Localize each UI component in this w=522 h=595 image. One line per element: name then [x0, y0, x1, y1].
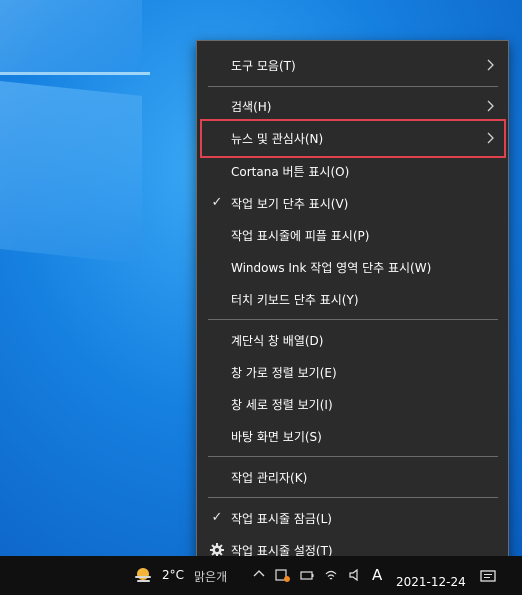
clock-date[interactable]: 2021-12-24 [396, 575, 466, 589]
sun-fog-icon[interactable] [132, 565, 154, 585]
action-center-icon[interactable] [480, 569, 498, 585]
taskbar-context-menu: 도구 모음(T) 검색(H) 뉴스 및 관심사(N) Cortana 버튼 표시… [196, 40, 509, 567]
menu-separator [208, 319, 498, 320]
menu-item-label: Cortana 버튼 표시(O) [231, 164, 350, 179]
weather-temperature[interactable]: 2°C [162, 568, 184, 582]
menu-item-show-task-view[interactable]: ✓ 작업 보기 단추 표시(V) [203, 187, 503, 219]
chevron-right-icon [487, 59, 494, 71]
menu-item-search[interactable]: 검색(H) [203, 90, 503, 122]
menu-separator [208, 456, 498, 457]
wallpaper-light-line [0, 72, 150, 75]
menu-item-label: 작업 관리자(K) [231, 470, 308, 485]
menu-item-label: 작업 표시줄 잠금(L) [231, 511, 332, 526]
menu-item-lock-taskbar[interactable]: ✓ 작업 표시줄 잠금(L) [203, 502, 503, 534]
menu-item-label: 작업 표시줄에 피플 표시(P) [231, 228, 370, 243]
menu-item-label: 작업 보기 단추 표시(V) [231, 196, 349, 211]
menu-separator [208, 86, 498, 87]
battery-icon[interactable] [300, 568, 314, 582]
highlight-box [200, 119, 506, 158]
menu-item-label: 바탕 화면 보기(S) [231, 429, 322, 444]
check-icon: ✓ [211, 510, 223, 525]
menu-item-show-windows-side-by-side[interactable]: 창 세로 정렬 보기(I) [203, 388, 503, 420]
menu-item-label: 검색(H) [231, 99, 272, 114]
menu-separator [208, 497, 498, 498]
wallpaper-window-pane-bottom [0, 80, 142, 264]
menu-item-label: 계단식 창 배열(D) [231, 333, 324, 348]
menu-item-task-manager[interactable]: 작업 관리자(K) [203, 461, 503, 493]
notification-dot-icon [284, 576, 290, 582]
wifi-icon[interactable] [324, 568, 338, 582]
speaker-icon[interactable] [348, 568, 362, 582]
taskbar[interactable]: 2°C 맑은개 A 2021-12-24 [0, 556, 522, 595]
menu-item-label: 터치 키보드 단추 표시(Y) [231, 292, 359, 307]
weather-condition[interactable]: 맑은개 [194, 568, 227, 585]
chevron-up-icon[interactable] [252, 567, 266, 581]
menu-item-show-touch-keyboard[interactable]: 터치 키보드 단추 표시(Y) [203, 283, 503, 315]
menu-item-label: Windows Ink 작업 영역 단추 표시(W) [231, 260, 432, 275]
ime-indicator[interactable]: A [372, 566, 382, 584]
menu-item-label: 창 세로 정렬 보기(I) [231, 397, 333, 412]
check-icon: ✓ [211, 195, 223, 210]
menu-item-show-people[interactable]: 작업 표시줄에 피플 표시(P) [203, 219, 503, 251]
menu-item-cascade-windows[interactable]: 계단식 창 배열(D) [203, 324, 503, 356]
wallpaper-window-pane-top [0, 0, 142, 72]
menu-item-show-cortana[interactable]: Cortana 버튼 표시(O) [203, 155, 503, 187]
menu-item-show-windows-stacked[interactable]: 창 가로 정렬 보기(E) [203, 356, 503, 388]
menu-item-show-desktop[interactable]: 바탕 화면 보기(S) [203, 420, 503, 452]
menu-item-toolbars[interactable]: 도구 모음(T) [203, 49, 503, 81]
menu-item-label: 도구 모음(T) [231, 58, 296, 73]
menu-item-label: 창 가로 정렬 보기(E) [231, 365, 337, 380]
chevron-right-icon [487, 100, 494, 112]
menu-item-show-windows-ink[interactable]: Windows Ink 작업 영역 단추 표시(W) [203, 251, 503, 283]
